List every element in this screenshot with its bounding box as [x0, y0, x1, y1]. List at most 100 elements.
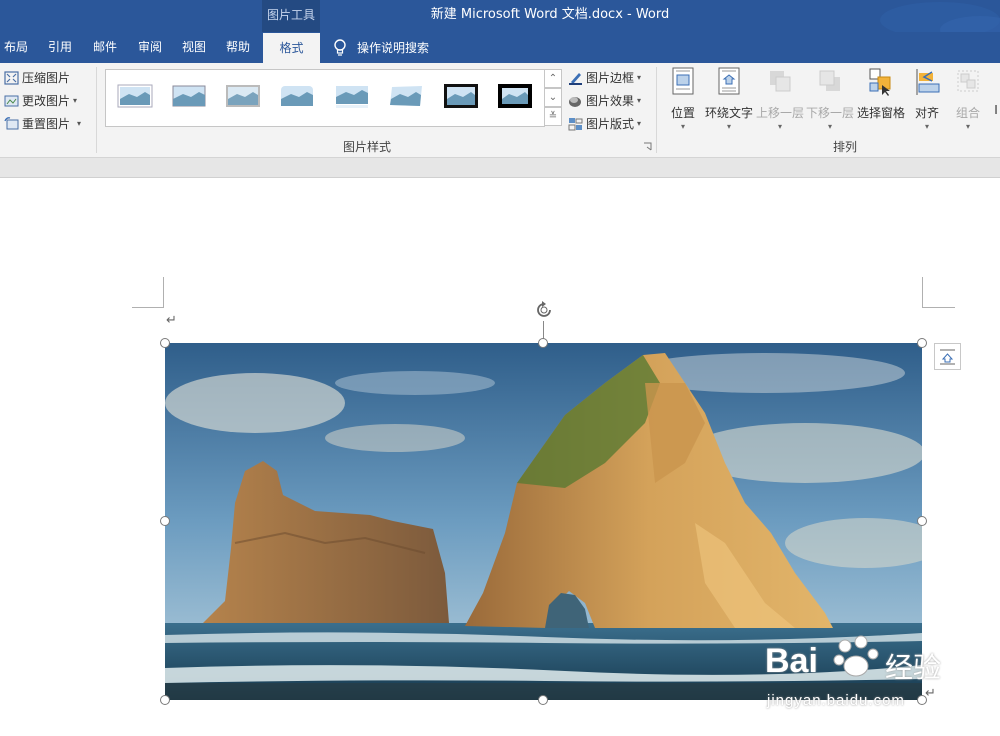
- page-corner-mark: [922, 307, 955, 308]
- style-thumb-7[interactable]: [443, 82, 479, 110]
- style-thumb-8[interactable]: [497, 82, 533, 110]
- position-icon: [672, 67, 694, 95]
- compress-label: 压缩图片: [22, 71, 71, 85]
- dialog-launcher-icon[interactable]: [643, 142, 652, 151]
- reset-picture-icon: [4, 116, 19, 129]
- tab-references[interactable]: 引用: [48, 32, 72, 63]
- picture-layout-label: 图片版式: [586, 117, 635, 131]
- resize-handle-bottom[interactable]: [538, 695, 548, 705]
- gallery-up-button[interactable]: ⌃: [544, 69, 562, 88]
- tab-mailings[interactable]: 邮件: [93, 32, 117, 63]
- tab-help[interactable]: 帮助: [226, 32, 250, 63]
- send-backward-label: 下移一层: [806, 106, 855, 120]
- selection-pane-icon: [869, 68, 891, 96]
- style-thumb-6[interactable]: [388, 82, 424, 110]
- style-thumb-1[interactable]: [117, 82, 153, 110]
- gallery-scroll: ⌃ ⌄ ≚: [544, 69, 562, 127]
- rotate-handle-icon[interactable]: [532, 298, 556, 322]
- lightbulb-icon: [334, 38, 346, 56]
- group-icon: [957, 70, 979, 92]
- picture-effects-button[interactable]: 图片效果 ▾: [568, 92, 641, 109]
- watermark-url: jingyan.baidu.com: [767, 692, 905, 709]
- picture-styles-gallery: [105, 69, 545, 127]
- ruler-strip: [0, 158, 1000, 178]
- watermark-text-2: 经验: [885, 651, 942, 684]
- wrap-text-icon: [718, 67, 740, 95]
- ribbon: 压缩图片 更改图片 ▾ 重置图片 ▾ ⌃ ⌄ ≚ 图片边框 ▾ 图片效果 ▾ 图…: [0, 63, 1000, 158]
- tab-format[interactable]: 格式: [263, 33, 320, 63]
- title-bar: 图片工具 新建 Microsoft Word 文档.docx - Word: [0, 0, 1000, 44]
- send-backward-button[interactable]: 下移一层 ▾: [806, 67, 854, 131]
- page-corner-mark: [163, 277, 164, 308]
- picture-border-button[interactable]: 图片边框 ▾: [568, 69, 641, 86]
- chevron-down-icon: ▾: [680, 122, 685, 131]
- picture-layout-button[interactable]: 图片版式 ▾: [568, 115, 641, 132]
- reset-picture-button[interactable]: 重置图片 ▾: [4, 115, 81, 132]
- group-button[interactable]: 组合 ▾: [952, 67, 984, 131]
- position-button[interactable]: 位置 ▾: [668, 67, 698, 131]
- arrange-group-label: 排列: [833, 140, 858, 154]
- resize-handle-right[interactable]: [917, 516, 927, 526]
- align-button[interactable]: 对齐 ▾: [911, 67, 943, 131]
- picture-tools-context-label: 图片工具: [262, 0, 320, 32]
- paw-logo-icon: [833, 635, 879, 677]
- layout-options-button[interactable]: [934, 343, 961, 370]
- resize-handle-left[interactable]: [160, 516, 170, 526]
- reset-picture-label: 重置图片: [22, 117, 71, 131]
- group-separator: [656, 67, 657, 153]
- wrap-text-label: 环绕文字: [704, 106, 753, 120]
- style-thumb-3[interactable]: [225, 82, 261, 110]
- style-thumb-2[interactable]: [171, 82, 207, 110]
- resize-handle-top-right[interactable]: [917, 338, 927, 348]
- selection-pane-button[interactable]: 选择窗格: [856, 67, 906, 121]
- page-corner-mark: [132, 307, 164, 308]
- bring-forward-label: 上移一层: [756, 106, 805, 120]
- chevron-down-icon: ▾: [965, 122, 970, 131]
- tab-review[interactable]: 审阅: [138, 32, 162, 63]
- tab-layout[interactable]: 布局: [4, 32, 28, 63]
- baidu-watermark: Bai 经验 jingyan.baidu.com: [765, 632, 985, 722]
- layout-options-icon: [940, 349, 955, 365]
- change-picture-icon: [4, 95, 19, 106]
- picture-styles-group-label: 图片样式: [343, 140, 392, 154]
- paragraph-mark-icon: ↵: [166, 313, 177, 328]
- position-label: 位置: [670, 106, 695, 120]
- page-corner-mark: [922, 277, 923, 308]
- tab-view[interactable]: 视图: [182, 32, 206, 63]
- group-separator: [96, 67, 97, 153]
- chevron-down-icon: ▾: [637, 119, 642, 128]
- chevron-down-icon: ▾: [637, 73, 642, 82]
- chevron-down-icon: ▾: [73, 96, 78, 105]
- wrap-text-button[interactable]: 环绕文字 ▾: [704, 67, 754, 131]
- selection-pane-label: 选择窗格: [856, 106, 905, 120]
- resize-handle-bottom-left[interactable]: [160, 695, 170, 705]
- align-label: 对齐: [914, 106, 939, 120]
- chevron-down-icon: ▾: [777, 122, 782, 131]
- watermark-text: Bai: [765, 642, 818, 680]
- compress-icon: [4, 70, 19, 85]
- gallery-more-button[interactable]: ≚: [544, 107, 562, 126]
- rotate-button-partial[interactable]: I: [992, 103, 1000, 117]
- ribbon-tabs: 布局 引用 邮件 审阅 视图 帮助 格式 操作说明搜索: [0, 32, 1000, 63]
- align-icon: [916, 69, 940, 95]
- compress-pictures-button[interactable]: 压缩图片: [4, 69, 70, 86]
- gallery-down-button[interactable]: ⌄: [544, 88, 562, 107]
- bring-forward-icon: [770, 71, 791, 92]
- style-thumb-5[interactable]: [334, 82, 370, 110]
- resize-handle-top-left[interactable]: [160, 338, 170, 348]
- change-picture-label: 更改图片: [22, 94, 71, 108]
- bring-forward-button[interactable]: 上移一层 ▾: [756, 67, 804, 131]
- tell-me-label: 操作说明搜索: [357, 41, 430, 55]
- chevron-down-icon: ▾: [827, 122, 832, 131]
- tell-me-search[interactable]: 操作说明搜索: [333, 32, 429, 63]
- change-picture-button[interactable]: 更改图片 ▾: [4, 92, 77, 109]
- picture-border-label: 图片边框: [586, 71, 635, 85]
- pen-icon: [569, 72, 582, 85]
- group-label: 组合: [955, 106, 980, 120]
- effects-icon: [569, 96, 581, 107]
- resize-handle-top[interactable]: [538, 338, 548, 348]
- chevron-down-icon: ▾: [77, 119, 82, 128]
- style-thumb-4[interactable]: [279, 82, 315, 110]
- layout-icon: [568, 117, 583, 130]
- chevron-down-icon: ▾: [924, 122, 929, 131]
